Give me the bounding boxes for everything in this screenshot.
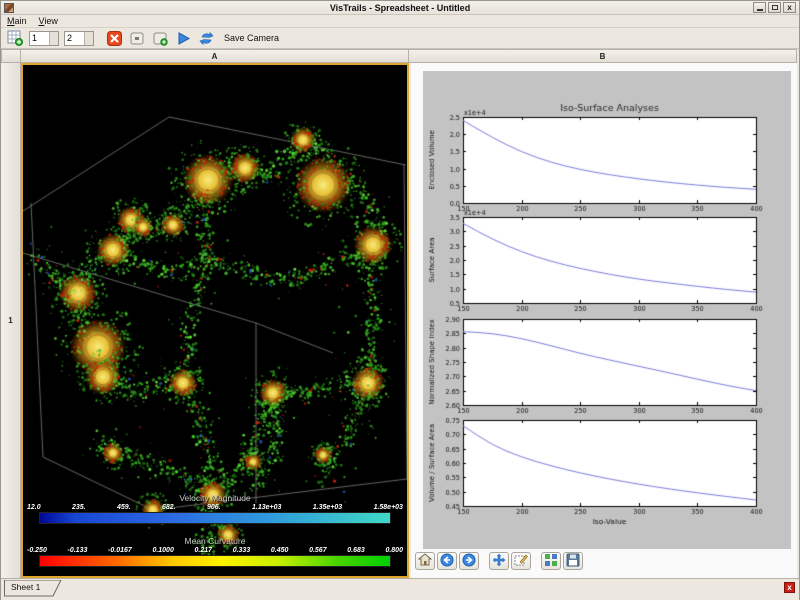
maximize-icon [772,5,778,10]
plot-nav-toolbar [415,552,583,570]
pan-icon [492,553,506,570]
forward-icon [462,553,476,570]
cell-add-icon [153,31,168,46]
window-title: VisTrails - Spreadsheet - Untitled [1,3,799,13]
column-headers: A B [1,49,799,63]
volume-render-canvas[interactable] [23,65,407,576]
nav-forward-button[interactable] [459,552,479,570]
cols-spinbox[interactable] [64,31,94,46]
corner-header[interactable] [1,49,21,63]
title-bar: VisTrails - Spreadsheet - Untitled x [1,1,799,15]
minimize-button[interactable] [753,2,766,13]
nav-back-button[interactable] [437,552,457,570]
nav-save-button[interactable] [563,552,583,570]
home-icon [418,553,432,570]
sheet-body: 1 Velocity Magnitude 12.0235.459.682.906… [1,63,799,578]
close-button[interactable]: x [783,2,796,13]
cell-add-button[interactable] [151,30,169,47]
nav-zoom-button[interactable] [511,552,531,570]
tab-bar: Sheet 1 x [1,578,799,600]
save-icon [566,553,580,570]
delete-x-icon [107,31,122,46]
execute-button[interactable] [174,30,192,47]
menu-bar: Main View [1,15,799,28]
tabbar-close-button[interactable]: x [784,582,795,593]
nav-pan-button[interactable] [489,552,509,570]
save-camera-button[interactable]: Save Camera [224,33,279,43]
sheet-tab[interactable]: Sheet 1 [4,580,62,596]
rows-spin-down-icon[interactable] [50,38,58,45]
column-header-b[interactable]: B [409,49,797,63]
rows-spinbox-input[interactable] [30,32,49,45]
menu-main[interactable]: Main [7,16,27,26]
maximize-button[interactable] [768,2,781,13]
delete-sheet-button[interactable] [105,30,123,47]
new-sheet-icon [7,30,23,46]
zoom-icon [514,553,528,570]
cell-a-volume-render[interactable]: Velocity Magnitude 12.0235.459.682.906.1… [21,63,409,578]
subplots-icon [544,553,558,570]
row-header-1[interactable]: 1 [1,63,21,578]
back-icon [440,553,454,570]
nav-home-button[interactable] [415,552,435,570]
cols-spin-down-icon[interactable] [85,38,93,45]
menu-view[interactable]: View [39,16,58,26]
nav-subplots-button[interactable] [541,552,561,570]
figure-canvas[interactable] [423,71,791,549]
minimize-icon [757,9,763,11]
sheet-tab-label: Sheet 1 [11,582,40,592]
play-icon [176,31,191,46]
cell-b-plots[interactable] [411,63,797,578]
close-icon: x [787,4,791,12]
update-button[interactable] [197,30,215,47]
refresh-arrows-icon [199,31,214,46]
rows-spinbox[interactable] [29,31,59,46]
new-sheet-button[interactable] [6,30,24,47]
cols-spinbox-input[interactable] [65,32,84,45]
main-toolbar: Save Camera [1,28,799,49]
cell-capture-icon [130,31,145,46]
column-header-a[interactable]: A [21,49,409,63]
cell-capture-button[interactable] [128,30,146,47]
